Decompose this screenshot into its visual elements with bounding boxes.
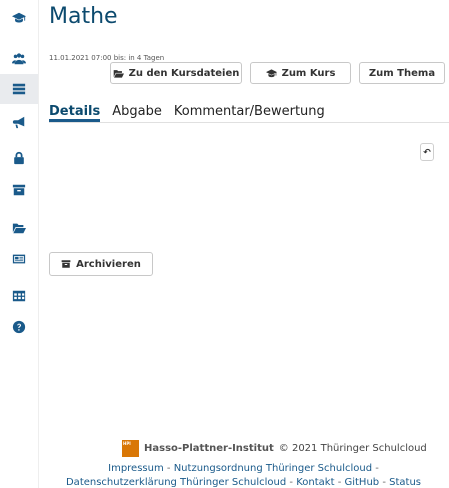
footer-branding: HPI Hasso-Plattner-Institut © 2021 Thüri…: [122, 440, 427, 457]
copyright-text: © 2021 Thüringer Schulcloud: [278, 443, 427, 454]
sidebar-item-calendar[interactable]: [0, 281, 38, 311]
sidebar-item-archive[interactable]: [0, 175, 38, 205]
question-circle-icon: [12, 320, 26, 334]
tab-divider: [49, 122, 449, 123]
sidebar: [0, 0, 39, 488]
go-to-course-label: Zum Kurs: [281, 67, 336, 79]
users-icon: [12, 53, 26, 65]
folder-open-icon: [113, 69, 124, 78]
tasks-icon: [12, 83, 26, 95]
tab-details[interactable]: Details: [49, 104, 101, 122]
go-to-topic-button[interactable]: Zum Thema: [359, 62, 445, 84]
folder-open-icon: [12, 223, 26, 234]
archive-icon: [61, 260, 71, 268]
footer-link-github[interactable]: GitHub: [344, 477, 379, 488]
archive-label: Archivieren: [76, 258, 141, 270]
footer-link-status[interactable]: Status: [389, 477, 421, 488]
archive-button[interactable]: Archivieren: [49, 252, 153, 276]
footer-links-row-2: Datenschutzerklärung Thüringer Schulclou…: [65, 477, 421, 488]
page-title: Mathe: [49, 4, 118, 29]
hpi-logo: HPI: [122, 440, 139, 457]
sidebar-item-admin[interactable]: [0, 143, 38, 173]
go-to-topic-label: Zum Thema: [368, 67, 436, 79]
sidebar-item-help[interactable]: [0, 312, 38, 342]
footer-link-terms[interactable]: Nutzungsordnung Thüringer Schulcloud: [174, 463, 372, 474]
footer-link-privacy[interactable]: Datenschutzerklärung Thüringer Schulclou…: [66, 477, 286, 488]
footer-link-contact[interactable]: Kontakt: [296, 477, 334, 488]
graduation-cap-icon: [12, 12, 26, 23]
tab-comment-grading[interactable]: Kommentar/Bewertung: [174, 104, 325, 122]
tab-bar: Details Abgabe Kommentar/Bewertung: [49, 104, 325, 122]
hpi-name: Hasso-Plattner-Institut: [144, 443, 274, 454]
sidebar-item-files[interactable]: [0, 213, 38, 243]
sidebar-item-tasks[interactable]: [0, 74, 38, 104]
archive-icon: [12, 184, 26, 196]
bullhorn-icon: [12, 116, 25, 129]
sidebar-item-courses[interactable]: [0, 3, 38, 33]
footer-links-row-1: Impressum - Nutzungsordnung Thüringer Sc…: [108, 463, 379, 474]
footer-link-imprint[interactable]: Impressum: [108, 463, 164, 474]
newspaper-icon: [12, 254, 26, 264]
lock-icon: [14, 151, 24, 165]
sidebar-item-teams[interactable]: [0, 44, 38, 74]
sidebar-item-news[interactable]: [0, 107, 38, 137]
go-to-course-files-button[interactable]: Zu den Kursdateien: [110, 62, 242, 84]
tab-submission[interactable]: Abgabe: [112, 104, 162, 122]
table-icon: [12, 290, 26, 302]
undo-button[interactable]: ↶: [420, 143, 434, 161]
go-to-course-button[interactable]: Zum Kurs: [250, 62, 351, 84]
due-date-text: 11.01.2021 07:00 bis: in 4 Tagen: [49, 54, 165, 62]
graduation-cap-icon: [265, 68, 277, 77]
sidebar-item-news-list[interactable]: [0, 244, 38, 274]
go-to-course-files-label: Zu den Kursdateien: [128, 67, 240, 79]
